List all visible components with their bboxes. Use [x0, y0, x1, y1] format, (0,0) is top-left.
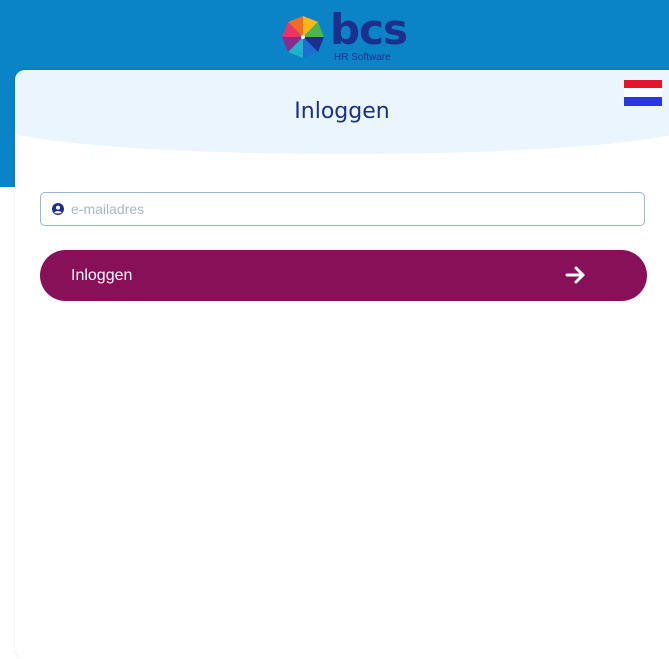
flag-blue-stripe [624, 97, 662, 106]
flag-red-stripe [624, 80, 662, 88]
arrow-right-icon [565, 266, 585, 284]
flag-white-stripe [624, 88, 662, 97]
logo: bcs HR Software [280, 5, 410, 64]
page-title: Inloggen [294, 99, 390, 124]
brand-name: bcs [330, 5, 408, 54]
email-input[interactable] [71, 193, 631, 225]
dutch-flag-icon[interactable] [624, 80, 662, 106]
user-icon [52, 203, 64, 215]
brand-tagline: HR Software [334, 52, 391, 63]
login-card: Inloggen Inloggen [15, 70, 669, 659]
email-field[interactable] [40, 192, 645, 226]
login-button-label: Inloggen [71, 267, 133, 284]
pinwheel-logo-icon [282, 16, 324, 58]
login-button[interactable]: Inloggen [40, 250, 647, 301]
